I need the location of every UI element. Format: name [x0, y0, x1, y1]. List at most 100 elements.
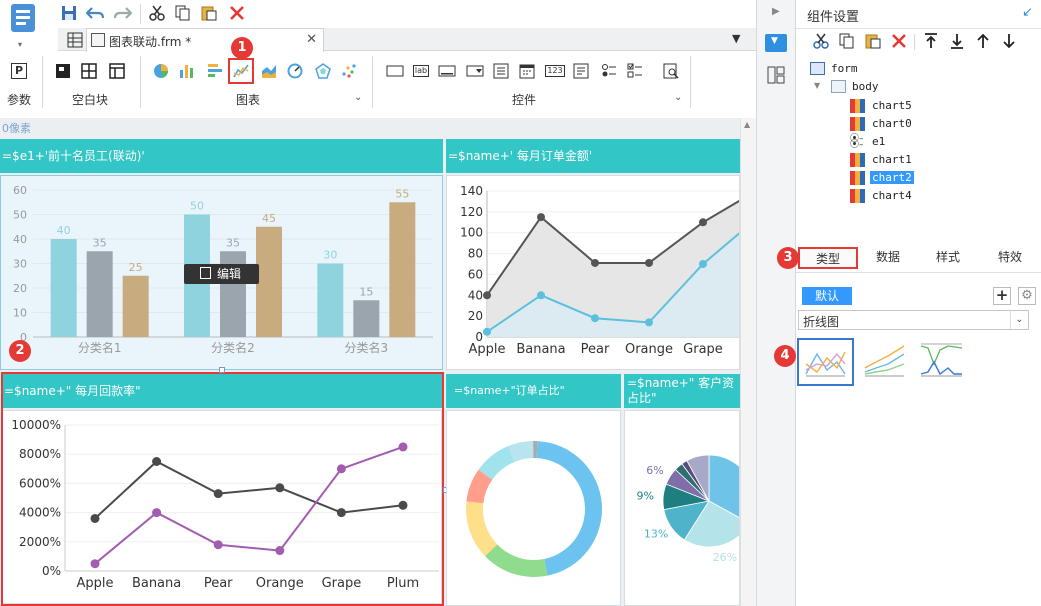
control-radio-button[interactable] — [598, 60, 620, 82]
scroll-up-icon[interactable]: ▲ — [744, 120, 750, 129]
parameter-button[interactable]: P — [8, 60, 30, 82]
area-chart-button[interactable] — [258, 60, 280, 82]
default-chart-type-button[interactable]: 默认 — [802, 287, 852, 305]
panel-copy-button[interactable] — [836, 30, 858, 52]
move-to-top-button[interactable] — [920, 30, 942, 52]
copy-icon — [175, 5, 190, 21]
column-chart-button[interactable] — [176, 60, 198, 82]
radar-chart-button[interactable] — [312, 60, 334, 82]
chart-type-select[interactable]: 折线图 ⌄ — [798, 310, 1029, 330]
control-date-button[interactable] — [516, 60, 538, 82]
tree-item-chart5[interactable]: chart5 — [850, 98, 960, 114]
control-text-field-button[interactable] — [384, 60, 406, 82]
chart-order-title[interactable]: =$name+' 每月订单金额' — [446, 139, 740, 173]
control-search-button[interactable] — [660, 60, 682, 82]
type-settings-button[interactable]: ⚙ — [1018, 287, 1036, 305]
close-tab-icon[interactable]: ✕ — [306, 32, 317, 47]
blank-block-tab-button[interactable] — [106, 60, 128, 82]
line-type-option-2[interactable] — [858, 338, 910, 386]
chart-customer-title-line1: =$name+" 客户资 — [627, 376, 735, 390]
blank-block-grid-button[interactable] — [78, 60, 100, 82]
gauge-chart-icon — [287, 63, 303, 79]
bar — [353, 300, 380, 337]
group-label-blank: 空白块 — [71, 93, 108, 107]
line-chart-thumbnail-icon — [805, 351, 846, 377]
bar-chart-button[interactable] — [204, 60, 226, 82]
add-type-button[interactable]: + — [993, 287, 1011, 305]
component-library-rail-button[interactable] — [767, 66, 785, 84]
percent-line-thumbnail-icon — [920, 343, 963, 377]
resize-handle-top[interactable] — [219, 367, 225, 373]
arrow-up-icon — [977, 33, 989, 48]
tree-item-label: e1 — [872, 135, 886, 148]
data-point — [483, 291, 491, 300]
x-tick-label: Grape — [683, 342, 723, 357]
tab-effects[interactable]: 特效 — [982, 247, 1038, 269]
y-tick-label: 60 — [468, 267, 483, 281]
control-tree-button[interactable] — [490, 60, 512, 82]
move-up-button[interactable] — [972, 30, 994, 52]
undo-button[interactable] — [84, 2, 106, 24]
tab-data[interactable]: 数据 — [860, 247, 916, 269]
panel-paste-button[interactable] — [862, 30, 884, 52]
cut-button[interactable] — [146, 2, 168, 24]
control-label-button[interactable]: lab — [410, 60, 432, 82]
tab-style[interactable]: 样式 — [920, 247, 976, 269]
tab-list-dropdown-icon[interactable]: ▼ — [732, 32, 740, 45]
text-area-icon — [573, 63, 589, 79]
tree-item-e1[interactable]: ⦿– ⦿– e1 — [850, 134, 960, 150]
control-checkbox-button[interactable] — [624, 60, 646, 82]
tree-item-chart2[interactable]: chart2 — [850, 170, 960, 186]
blank-block-absolute-button[interactable] — [52, 60, 74, 82]
gauge-chart-button[interactable] — [284, 60, 306, 82]
pie-chart-icon — [154, 64, 168, 78]
chart-share-widget[interactable] — [446, 410, 621, 606]
y-tick-label: 30 — [13, 258, 27, 271]
control-group-expand-icon[interactable]: ⌄ — [674, 92, 682, 103]
chart-customer-title[interactable]: =$name+" 客户资 占比" — [624, 374, 740, 408]
stacked-line-thumbnail-icon — [864, 345, 905, 377]
pie-chart-button[interactable] — [150, 60, 172, 82]
control-button-button[interactable] — [436, 60, 458, 82]
dock-panel-icon[interactable]: ↙ — [1022, 5, 1033, 20]
tree-item-chart1[interactable]: chart1 — [850, 152, 960, 168]
canvas-scrollbar[interactable] — [740, 118, 756, 606]
document-tab[interactable]: 图表联动.frm * ✕ — [86, 28, 324, 52]
tree-body-node[interactable]: ▼ body — [814, 79, 934, 95]
line-type-option-3[interactable] — [914, 338, 969, 386]
panel-delete-button[interactable] — [888, 30, 910, 52]
control-number-button[interactable]: 123 — [544, 60, 566, 82]
line-chart-button[interactable] — [228, 58, 254, 84]
paste-button[interactable] — [198, 2, 220, 24]
scissors-icon — [813, 33, 829, 49]
move-down-button[interactable] — [998, 30, 1020, 52]
bar — [256, 226, 282, 337]
tree-form-node[interactable]: form — [810, 61, 930, 77]
app-logo-icon — [11, 4, 35, 32]
line-type-option-1[interactable] — [797, 338, 854, 386]
edit-widget-button[interactable]: 编辑 — [184, 264, 259, 284]
chart-e1-title[interactable]: =$e1+'前十名员工(联动)' — [0, 139, 443, 173]
redo-button[interactable] — [112, 2, 134, 24]
chart-group-expand-icon[interactable]: ⌄ — [354, 92, 362, 103]
tree-item-chart4[interactable]: chart4 — [850, 188, 960, 204]
chart-customer-widget[interactable]: 26% 13% 9% 6% — [624, 410, 740, 606]
widget-settings-rail-button[interactable]: ▼ — [765, 34, 787, 52]
control-textarea-button[interactable] — [570, 60, 592, 82]
control-combobox-button[interactable] — [464, 60, 486, 82]
chart-share-title[interactable]: =$name+"订单占比" — [446, 374, 621, 408]
scatter-chart-button[interactable] — [338, 60, 360, 82]
tree-item-chart0[interactable]: chart0 — [850, 116, 960, 132]
delete-button[interactable] — [226, 2, 248, 24]
move-to-bottom-button[interactable] — [946, 30, 968, 52]
copy-button[interactable] — [172, 2, 194, 24]
tab-type[interactable]: 类型 — [798, 247, 858, 269]
donut-chart — [466, 441, 602, 577]
panel-cut-button[interactable] — [810, 30, 832, 52]
app-menu-chevron-icon[interactable]: ▾ — [18, 40, 22, 49]
collapse-arrow-icon[interactable]: ▶ — [772, 6, 780, 17]
chart-order-widget[interactable]: 0 20 40 60 80 100 120 140 Apple Banana Pear Orange G… — [446, 175, 740, 370]
app-logo[interactable] — [10, 4, 36, 36]
grid-view-icon[interactable] — [67, 32, 83, 48]
save-button[interactable] — [58, 2, 80, 24]
